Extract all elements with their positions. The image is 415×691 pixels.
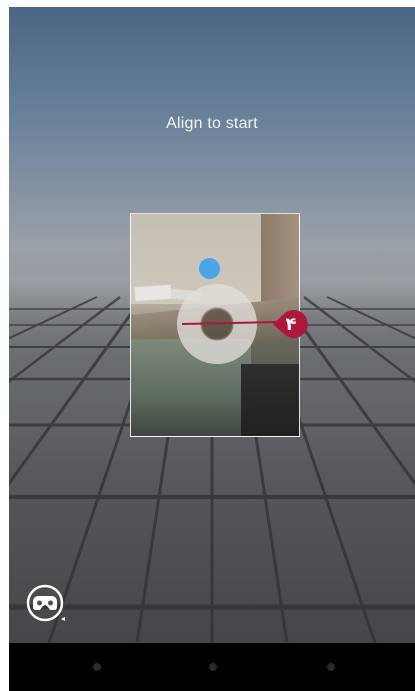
nav-back-icon[interactable] bbox=[93, 663, 101, 671]
cardboard-viewer-icon[interactable] bbox=[25, 583, 69, 627]
system-navigation-bar bbox=[9, 643, 415, 691]
target-dot bbox=[199, 258, 220, 279]
nav-home-icon[interactable] bbox=[209, 663, 217, 671]
instruction-text: Align to start bbox=[166, 115, 258, 132]
marker-label: ۴ bbox=[285, 314, 297, 334]
nav-recents-icon[interactable] bbox=[327, 663, 335, 671]
viewfinder-papers bbox=[134, 284, 172, 302]
viewfinder-floor bbox=[241, 364, 299, 436]
app-frame: Align to start ۴ bbox=[9, 7, 415, 691]
